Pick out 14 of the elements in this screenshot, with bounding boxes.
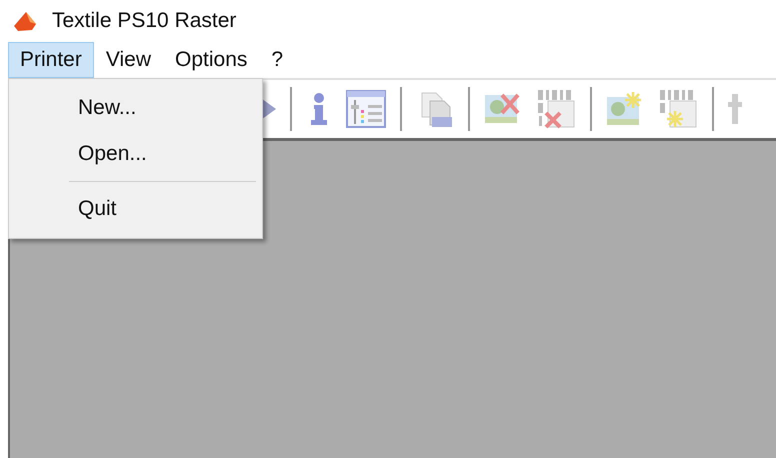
menu-item[interactable]: Printer xyxy=(8,42,94,78)
dropdown-item[interactable]: New... xyxy=(9,85,262,131)
dropdown-item[interactable]: Quit xyxy=(9,186,262,232)
app-logo-icon xyxy=(12,10,38,32)
binary-delete-icon[interactable] xyxy=(536,89,576,129)
menu-item[interactable]: View xyxy=(94,42,163,78)
window-title: Textile PS10 Raster xyxy=(52,9,236,33)
menu-item[interactable]: Options xyxy=(163,42,260,78)
partial-tool-icon[interactable] xyxy=(728,94,742,124)
settings-window-icon[interactable] xyxy=(346,90,386,128)
dropdown-item[interactable]: Open... xyxy=(9,131,262,177)
menu-item[interactable]: ? xyxy=(259,42,296,78)
picture-star-icon[interactable] xyxy=(606,91,644,127)
binary-star-icon[interactable] xyxy=(658,89,698,129)
